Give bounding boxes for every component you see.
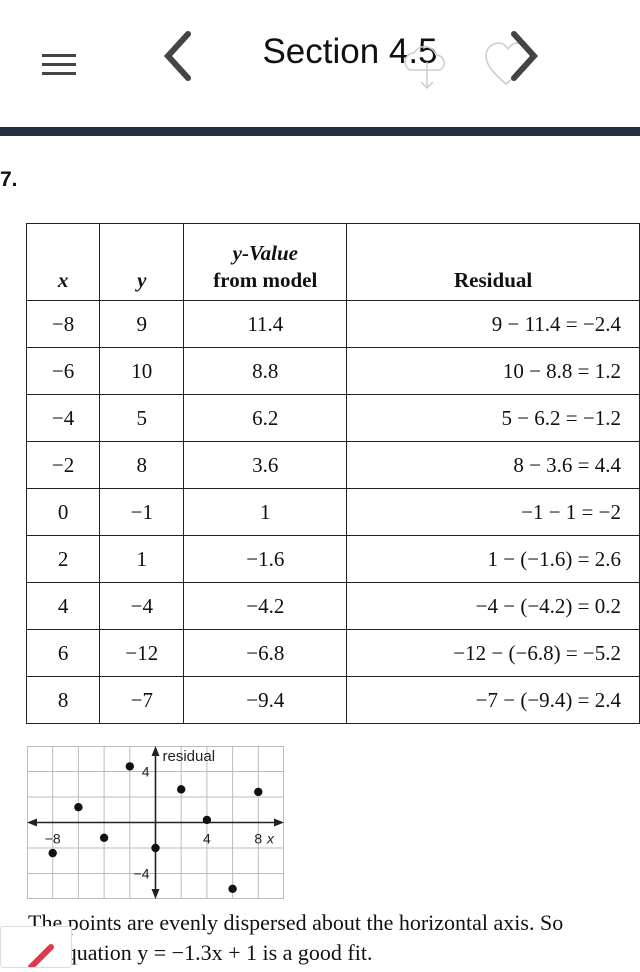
table-row: 8 −7 −9.4 −7 − (−9.4) = 2.4 <box>25 676 640 724</box>
cell-model: −4.2 <box>183 582 348 630</box>
table-row: −6 10 8.8 10 − 8.8 = 1.2 <box>25 347 640 395</box>
table-row: 4 −4 −4.2 −4 − (−4.2) = 0.2 <box>25 582 640 630</box>
table-row: −2 8 3.6 8 − 3.6 = 4.4 <box>25 441 640 489</box>
x-tick-label: 8 <box>254 831 262 847</box>
cell-residual: −7 − (−9.4) = 2.4 <box>346 676 640 724</box>
cell-x: 2 <box>25 535 101 583</box>
cell-model: −1.6 <box>183 535 348 583</box>
data-point <box>228 884 237 893</box>
cell-y: 1 <box>99 535 185 583</box>
x-axis-label: x <box>266 831 275 847</box>
cloud-download-icon[interactable] <box>396 40 458 92</box>
residual-plot: residual x −8 4 8 4 −4 <box>27 746 284 899</box>
chevron-left-icon[interactable] <box>160 30 196 82</box>
y-tick-label: −4 <box>134 866 150 882</box>
cell-x: 6 <box>25 629 101 677</box>
data-point <box>202 815 212 825</box>
x-tick-label: 4 <box>203 831 211 847</box>
cell-x: −4 <box>25 394 101 442</box>
data-point <box>151 843 160 853</box>
conclusion-line-2: equation y = −1.3x + 1 is a good fit. <box>56 940 373 965</box>
header-model-line1: y-Value <box>232 241 298 265</box>
conclusion-text: The points are evenly dispersed about th… <box>28 908 563 968</box>
data-point <box>125 762 134 771</box>
cell-x: 0 <box>25 488 101 536</box>
data-point <box>74 803 83 812</box>
cell-y: −4 <box>99 582 185 630</box>
cell-x: 8 <box>25 676 101 724</box>
cell-y: 10 <box>99 347 185 395</box>
table-row: 2 1 −1.6 1 − (−1.6) = 2.6 <box>25 535 640 583</box>
cell-model: 1 <box>183 488 348 536</box>
y-axis-label: residual <box>163 748 216 765</box>
header-y: y <box>99 223 185 301</box>
cell-residual: 10 − 8.8 = 1.2 <box>346 347 640 395</box>
header-residual: Residual <box>346 223 640 301</box>
cell-model: 11.4 <box>183 300 348 348</box>
cell-y: 9 <box>99 300 185 348</box>
table-row: 0 −1 1 −1 − 1 = −2 <box>25 488 640 536</box>
table-row: −4 5 6.2 5 − 6.2 = −1.2 <box>25 394 640 442</box>
data-point <box>254 787 263 797</box>
cell-model: 3.6 <box>183 441 348 489</box>
residual-table: x y y-Value from model Residual −8 9 11.4 9 … <box>25 223 640 724</box>
cell-residual: 5 − 6.2 = −1.2 <box>346 394 640 442</box>
cell-y: −1 <box>99 488 185 536</box>
header-x: x <box>25 223 101 301</box>
cell-x: −6 <box>25 347 101 395</box>
cell-model: 6.2 <box>183 394 348 442</box>
menu-icon[interactable] <box>42 54 76 76</box>
top-nav-bar: Section 4.5 <box>0 0 640 126</box>
cell-model: 8.8 <box>183 347 348 395</box>
data-point <box>48 848 57 858</box>
header-model-line2: from model <box>213 268 318 292</box>
header-model: y-Value from model <box>183 223 348 301</box>
cell-x: −2 <box>25 441 101 489</box>
table-header-row: x y y-Value from model Residual <box>25 223 640 301</box>
cell-residual: −1 − 1 = −2 <box>346 488 640 536</box>
cell-y: −7 <box>99 676 185 724</box>
cell-model: −9.4 <box>183 676 348 724</box>
table-row: 6 −12 −6.8 −12 − (−6.8) = −5.2 <box>25 629 640 677</box>
chevron-right-icon[interactable] <box>506 30 542 82</box>
cell-residual: 8 − 3.6 = 4.4 <box>346 441 640 489</box>
y-tick-label: 4 <box>142 764 150 780</box>
table-row: −8 9 11.4 9 − 11.4 = −2.4 <box>25 300 640 348</box>
cell-residual: 9 − 11.4 = −2.4 <box>346 300 640 348</box>
cell-y: −12 <box>99 629 185 677</box>
pencil-icon <box>28 944 54 970</box>
annotate-button[interactable] <box>0 926 72 970</box>
cell-residual: −4 − (−4.2) = 0.2 <box>346 582 640 630</box>
cell-x: 4 <box>25 582 101 630</box>
cell-y: 8 <box>99 441 185 489</box>
cell-y: 5 <box>99 394 185 442</box>
conclusion-line-1: The points are evenly dispersed about th… <box>28 910 564 935</box>
cell-residual: 1 − (−1.6) = 2.6 <box>346 535 640 583</box>
data-point <box>99 833 109 842</box>
x-tick-label: −8 <box>45 831 61 847</box>
data-point <box>177 785 186 794</box>
header-divider <box>0 127 640 136</box>
cell-residual: −12 − (−6.8) = −5.2 <box>346 629 640 677</box>
cell-model: −6.8 <box>183 629 348 677</box>
cell-x: −8 <box>25 300 101 348</box>
exercise-number: 7. <box>0 168 18 191</box>
